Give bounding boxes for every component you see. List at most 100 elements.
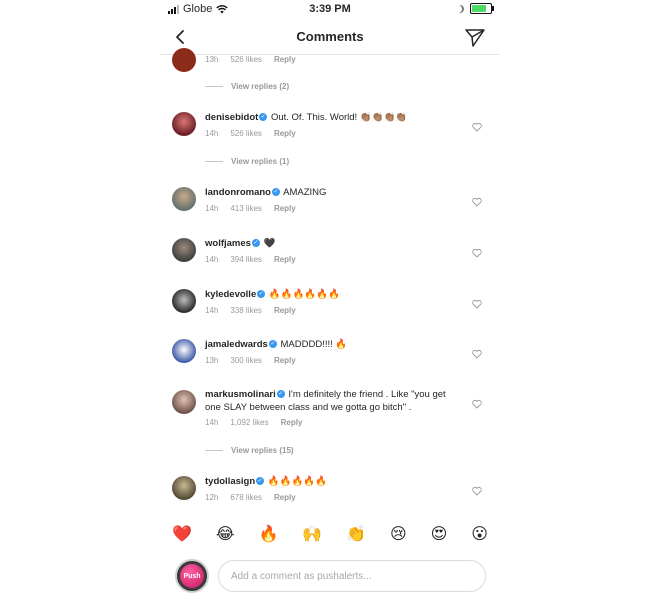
reply-button[interactable]: Reply [274,55,296,64]
emoji-surprised-button[interactable]: 😮 [471,524,488,544]
view-replies-link[interactable]: View replies (1) [205,157,289,166]
comment-username[interactable]: wolfjames [205,238,251,249]
status-time: 3:39 PM [309,3,351,15]
comment-likes[interactable]: 394 likes [230,255,262,264]
comment-text: markusmolinari ✓ I'm definitely the frien… [205,388,460,414]
comment-likes[interactable]: 1,092 likes [230,418,268,427]
comment-input[interactable] [218,560,486,592]
heart-icon[interactable] [472,486,482,496]
verified-badge-icon: ✓ [257,289,266,298]
comment-text: wolfjames ✓ 🖤 [205,237,460,250]
heart-icon[interactable] [472,248,482,258]
verified-badge-icon: ✓ [268,339,277,348]
comment-username[interactable]: tydollasign [205,476,255,487]
reply-button[interactable]: Reply [274,204,296,213]
reply-button[interactable]: Reply [274,356,296,365]
comment-text: kyledevolle ✓ 🔥🔥🔥🔥🔥🔥 [205,288,460,301]
comment-age: 12h [205,493,219,502]
view-replies-label: View replies (2) [231,82,290,91]
status-bar: Globe 3:39 PM [160,0,500,18]
verified-badge-icon: ✓ [271,187,280,196]
moon-icon [456,5,464,13]
reply-button[interactable]: Reply [281,418,303,427]
comment-age: 13h [205,55,219,64]
page-title: Comments [296,29,364,44]
emoji-heart-button[interactable]: ❤️ [172,524,192,544]
emoji-cry-button[interactable]: 😢 [390,524,407,544]
comment-body: MADDDD!!!! 🔥 [280,339,348,350]
heart-icon[interactable] [472,349,482,359]
comment-username[interactable]: kyledevolle [205,289,256,300]
comment-meta: 14h 1,092 likes Reply [205,418,302,427]
view-replies-link[interactable]: View replies (15) [205,446,294,455]
comment-likes[interactable]: 300 likes [230,356,262,365]
comment-text: jamaledwards ✓ MADDDD!!!! 🔥 [205,338,460,351]
comment-text: landonromano ✓ AMAZING [205,186,460,199]
verified-badge-icon: ✓ [251,238,260,247]
comment-age: 14h [205,255,219,264]
comment-body: Out. Of. This. World! 👏🏽👏🏽👏🏽👏🏽 [270,112,408,123]
comment-text: denisebidot ✓ Out. Of. This. World! 👏🏽👏🏽👏… [205,111,460,124]
comment-likes[interactable]: 526 likes [230,129,262,138]
comment-composer: Push [160,554,500,600]
verified-badge-icon: ✓ [259,112,268,121]
avatar[interactable] [172,48,196,72]
divider-line [205,86,223,87]
comment-username[interactable]: landonromano [205,187,271,198]
avatar[interactable] [172,390,196,414]
send-direct-icon[interactable] [464,26,486,48]
comment-likes[interactable]: 678 likes [230,493,262,502]
comment-meta: 14h 338 likes Reply [205,306,296,315]
reply-button[interactable]: Reply [274,255,296,264]
avatar-logo: Push [180,564,204,588]
comment-age: 14h [205,204,219,213]
reply-button[interactable]: Reply [274,306,296,315]
my-avatar: Push [175,559,209,593]
divider-line [205,161,223,162]
comment-text: tydollasign ✓ 🔥🔥🔥🔥🔥 [205,475,460,488]
avatar[interactable] [172,238,196,262]
divider-line [205,450,223,451]
heart-icon[interactable] [472,122,482,132]
comment-body: 🖤 [263,238,276,249]
comment-age: 14h [205,129,219,138]
avatar[interactable] [172,289,196,313]
emoji-heart-eyes-button[interactable]: 😍 [431,524,448,544]
comment-meta: 14h 413 likes Reply [205,204,296,213]
avatar[interactable] [172,187,196,211]
verified-badge-icon: ✓ [256,476,265,485]
heart-icon[interactable] [472,399,482,409]
avatar[interactable] [172,339,196,363]
emoji-laugh-button[interactable]: 😂 [216,524,235,544]
status-right [456,3,494,14]
verified-badge-icon: ✓ [276,389,285,398]
comment-body: AMAZING [283,187,327,198]
comment-meta: 14h 526 likes Reply [205,129,296,138]
comment-meta: 14h 394 likes Reply [205,255,296,264]
comment-username[interactable]: denisebidot [205,112,258,123]
reply-button[interactable]: Reply [274,493,296,502]
comment-username[interactable]: jamaledwards [205,339,268,350]
reply-button[interactable]: Reply [274,129,296,138]
emoji-raised-hands-button[interactable]: 🙌 [302,524,322,544]
comment-meta: 13h 300 likes Reply [205,356,296,365]
comment-username[interactable]: markusmolinari [205,389,276,400]
heart-icon[interactable] [472,197,482,207]
comment-likes[interactable]: 413 likes [230,204,262,213]
comment-meta: 13h 526 likes Reply [205,55,296,64]
comment-body: 🔥🔥🔥🔥🔥🔥 [268,289,340,300]
comment-meta: 12h 678 likes Reply [205,493,296,502]
comment-age: 14h [205,418,219,427]
comment-body: 🔥🔥🔥🔥🔥 [267,476,327,487]
comment-likes[interactable]: 526 likes [230,55,262,64]
comment-likes[interactable]: 338 likes [230,306,262,315]
emoji-reaction-bar: ❤️ 😂 🔥 🙌 👏 😢 😍 😮 [160,519,500,549]
avatar[interactable] [172,112,196,136]
view-replies-link[interactable]: View replies (2) [205,82,289,91]
avatar[interactable] [172,476,196,500]
nav-bar: Comments [160,20,500,55]
heart-icon[interactable] [472,299,482,309]
emoji-fire-button[interactable]: 🔥 [258,524,278,544]
emoji-clap-button[interactable]: 👏 [346,524,366,544]
phone-screen: Globe 3:39 PM Comments 13h 526 likes Rep [160,0,500,600]
